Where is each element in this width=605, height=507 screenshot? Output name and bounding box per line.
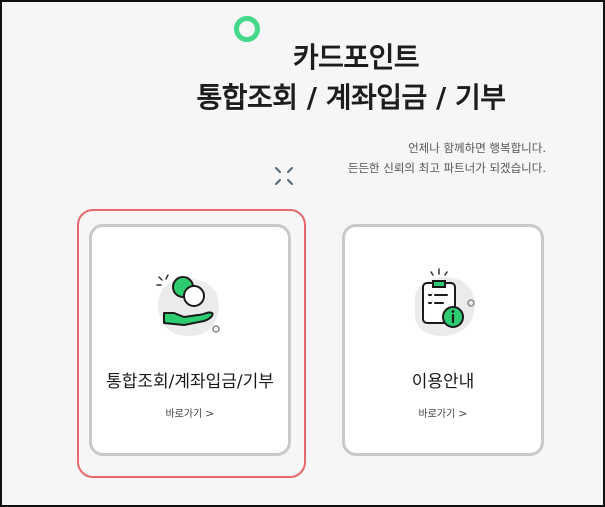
shortcut-link[interactable]: 바로가기 > bbox=[345, 405, 541, 420]
sparkle-icon bbox=[275, 167, 293, 185]
page-title-line2: 통합조회 / 계좌입금 / 기부 bbox=[196, 81, 506, 114]
shortcut-link-label: 바로가기 bbox=[418, 409, 456, 420]
card-usage-guide[interactable]: 이용안내 바로가기 > bbox=[342, 224, 544, 456]
clipboard-info-icon bbox=[414, 268, 475, 336]
chevron-right-icon: > bbox=[458, 407, 468, 420]
shortcut-link-label: 바로가기 bbox=[165, 409, 203, 420]
page-subtitle-line2: 든든한 신뢰의 최고 파트너가 되겠습니다. bbox=[347, 161, 546, 175]
page-title-line1: 카드포인트 bbox=[292, 41, 420, 74]
card-title: 통합조회/계좌입금/기부 bbox=[106, 372, 274, 392]
shortcut-link[interactable]: 바로가기 > bbox=[92, 405, 288, 420]
card-title: 이용안내 bbox=[411, 372, 475, 392]
page-subtitle: 언제나 함께하면 행복합니다. 든든한 신뢰의 최고 파트너가 되겠습니다. bbox=[348, 138, 546, 178]
chevron-right-icon: > bbox=[205, 407, 215, 420]
page-subtitle-line1: 언제나 함께하면 행복합니다. bbox=[408, 141, 546, 155]
card-points-service[interactable]: 통합조회/계좌입금/기부 바로가기 > bbox=[89, 224, 291, 456]
coin-hand-icon bbox=[156, 274, 220, 336]
page-title: 카드포인트 통합조회 / 계좌입금 / 기부 bbox=[176, 38, 536, 118]
page-frame: 카드포인트 통합조회 / 계좌입금 / 기부 언제나 함께하면 행복합니다. 든… bbox=[0, 0, 605, 507]
